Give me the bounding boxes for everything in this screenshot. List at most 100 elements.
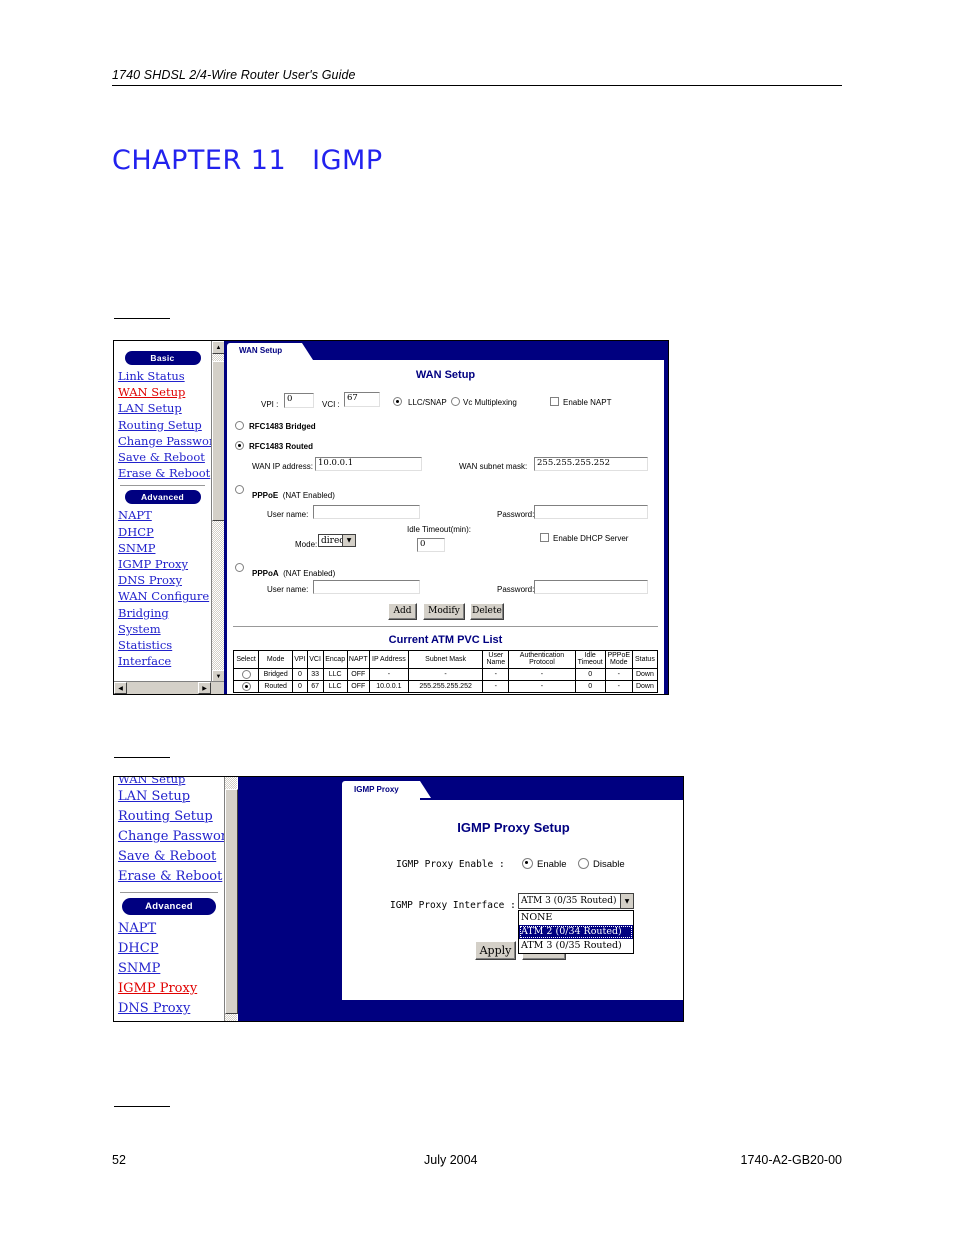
sidebar-item-routing-setup[interactable]: Routing Setup [118, 417, 207, 433]
enable-napt-checkbox[interactable] [550, 397, 559, 406]
pvc-list-heading: Current ATM PVC List [388, 634, 503, 646]
sidebar-item-igmp-proxy[interactable]: IGMP Proxy [118, 979, 220, 999]
sidebar-divider [120, 892, 218, 894]
sidebar-item-system[interactable]: System [118, 621, 207, 637]
sidebar-item-link-status[interactable]: Link Status [118, 368, 207, 384]
dropdown-option-atm2[interactable]: ATM 2 (0/34 Routed) [519, 925, 633, 939]
scrollbar-thumb[interactable] [225, 789, 238, 1014]
sidebar-item-snmp[interactable]: SNMP [118, 959, 220, 979]
pppoe-username-input[interactable] [313, 505, 420, 519]
sidebar-item-lan-setup[interactable]: LAN Setup [118, 400, 207, 416]
pvc-select-radio[interactable] [241, 669, 251, 679]
table-row[interactable]: Bridged 0 33 LLC OFF - - - - 0 - Down [232, 667, 659, 681]
modify-button[interactable]: Modify [423, 603, 465, 620]
sidebar-item-erase-reboot[interactable]: Erase & Reboot [118, 465, 210, 481]
col-select: Select [232, 650, 260, 669]
chapter-label: CHAPTER 11 [112, 145, 287, 176]
sidebar-item-dhcp[interactable]: DHCP [118, 939, 220, 959]
cell-user-name: - [482, 679, 510, 693]
enable-dhcp-server-checkbox[interactable] [540, 533, 549, 542]
sidebar-item-snmp[interactable]: SNMP [118, 540, 207, 556]
sidebar-item-save-reboot[interactable]: Save & Reboot [118, 847, 220, 867]
wan-ip-address-input[interactable]: 10.0.0.1 [315, 457, 422, 471]
sidebar-item-lan-setup[interactable]: LAN Setup [118, 787, 220, 807]
sidebar-vertical-scrollbar[interactable]: ▲ ▼ [211, 341, 225, 683]
pppoa-password-input[interactable] [534, 580, 648, 594]
igmp-enable-option-label: Enable [537, 859, 567, 870]
sidebar-item-wan-configure[interactable]: WAN Configure [118, 588, 209, 604]
sidebar-horizontal-scrollbar[interactable]: ◀ ▶ [114, 681, 224, 694]
igmp-proxy-interface-dropdown-list[interactable]: NONE ATM 2 (0/34 Routed) ATM 3 (0/35 Rou… [518, 910, 634, 954]
add-button[interactable]: Add [388, 603, 417, 620]
igmp-disable-radio[interactable] [578, 858, 589, 869]
rfc1483-bridged-label: RFC1483 Bridged [249, 422, 316, 431]
sidebar-item-statistics[interactable]: Statistics [118, 637, 207, 653]
sidebar-item-save-reboot[interactable]: Save & Reboot [118, 449, 207, 465]
cell-vpi: 0 [292, 667, 308, 681]
row-select-radio-cell[interactable] [232, 679, 260, 693]
igmp-proxy-interface-value: ATM 3 (0/35 Routed) [521, 896, 617, 906]
sidebar-item-erase-reboot[interactable]: Erase & Reboot [118, 867, 222, 887]
sidebar-section-basic: Basic [124, 351, 201, 365]
col-subnet-mask: Subnet Mask [407, 650, 484, 669]
pppoa-label: PPPoA [252, 569, 279, 578]
apply-button[interactable]: Apply [475, 941, 516, 961]
encapsulation-vcmux-radio[interactable] [451, 397, 460, 406]
vci-input[interactable]: 67 [344, 392, 380, 407]
pppoa-note: (NAT Enabled) [283, 569, 336, 578]
rfc1483-routed-radio[interactable] [235, 441, 244, 450]
dropdown-option-none[interactable]: NONE [519, 911, 633, 925]
pppoe-label: PPPoE [252, 491, 279, 500]
pppoe-radio[interactable] [235, 485, 244, 494]
pvc-select-radio[interactable] [241, 681, 251, 691]
rfc1483-bridged-radio[interactable] [235, 421, 244, 430]
cell-pppoe-mode: - [604, 679, 633, 693]
sidebar-item-igmp-proxy[interactable]: IGMP Proxy [118, 556, 207, 572]
chevron-down-icon[interactable]: ▼ [342, 535, 355, 546]
igmp-proxy-panel: IGMP Proxy Setup IGMP Proxy Enable : Ena… [342, 800, 683, 1000]
chevron-down-icon[interactable]: ▼ [620, 894, 633, 908]
igmp-proxy-interface-select[interactable]: ATM 3 (0/35 Routed) ▼ [518, 893, 634, 909]
wan-subnet-mask-input[interactable]: 255.255.255.252 [534, 457, 648, 471]
sidebar-item-dns-proxy[interactable]: DNS Proxy [118, 999, 220, 1019]
scroll-right-icon[interactable]: ▶ [198, 682, 211, 694]
sidebar-item-change-password[interactable]: Change Password [118, 827, 224, 847]
sidebar-item-napt[interactable]: NAPT [118, 919, 220, 939]
row-select-radio-cell[interactable] [232, 667, 260, 681]
idle-timeout-input[interactable]: 0 [417, 538, 445, 552]
pppoa-username-input[interactable] [313, 580, 420, 594]
igmp-enable-radio[interactable] [522, 858, 533, 869]
table-row[interactable]: Routed 0 67 LLC OFF 10.0.0.1 255.255.255… [232, 679, 659, 693]
igmp-proxy-enable-label: IGMP Proxy Enable : [396, 859, 505, 870]
sidebar-item-routing-setup[interactable]: Routing Setup [118, 807, 220, 827]
tab-wan-setup[interactable]: WAN Setup [227, 343, 313, 360]
sidebar-item-napt[interactable]: NAPT [118, 507, 207, 523]
footer-date: July 2004 [424, 1153, 478, 1167]
figure-caption-rule-1 [114, 318, 170, 319]
scroll-left-icon[interactable]: ◀ [114, 682, 127, 694]
tab-igmp-proxy[interactable]: IGMP Proxy [342, 781, 431, 800]
sidebar-item-interface[interactable]: Interface [118, 653, 207, 669]
mode-select-value: direct [321, 535, 342, 546]
idle-timeout-label: Idle Timeout(min): [407, 525, 472, 534]
cell-subnet-mask: - [407, 667, 484, 681]
wan-subnet-mask-label: WAN subnet mask: [459, 462, 528, 471]
cell-vci: 67 [306, 679, 324, 693]
figure-caption-rule-3 [114, 1106, 170, 1107]
figure-caption-rule-2 [114, 757, 170, 758]
sidebar-item-wan-setup[interactable]: WAN Setup [118, 384, 207, 400]
mode-select[interactable]: direct ▼ [318, 534, 356, 547]
sidebar-item-dns-proxy[interactable]: DNS Proxy [118, 572, 207, 588]
dropdown-option-atm3[interactable]: ATM 3 (0/35 Routed) [519, 939, 633, 953]
sidebar-item-change-password[interactable]: Change Password [118, 433, 211, 449]
sidebar-vertical-scrollbar[interactable] [224, 777, 238, 1021]
sidebar-item-bridging[interactable]: Bridging [118, 605, 207, 621]
encapsulation-llcsnap-radio[interactable] [393, 397, 402, 406]
delete-button[interactable]: Delete [470, 603, 504, 620]
sidebar-item-dhcp[interactable]: DHCP [118, 524, 207, 540]
sidebar-item-wan-setup[interactable]: WAN Setup [118, 777, 220, 787]
pppoe-password-input[interactable] [534, 505, 648, 519]
pppoa-radio[interactable] [235, 563, 244, 572]
sidebar-section-advanced: Advanced [124, 490, 201, 505]
vpi-input[interactable]: 0 [284, 393, 314, 408]
